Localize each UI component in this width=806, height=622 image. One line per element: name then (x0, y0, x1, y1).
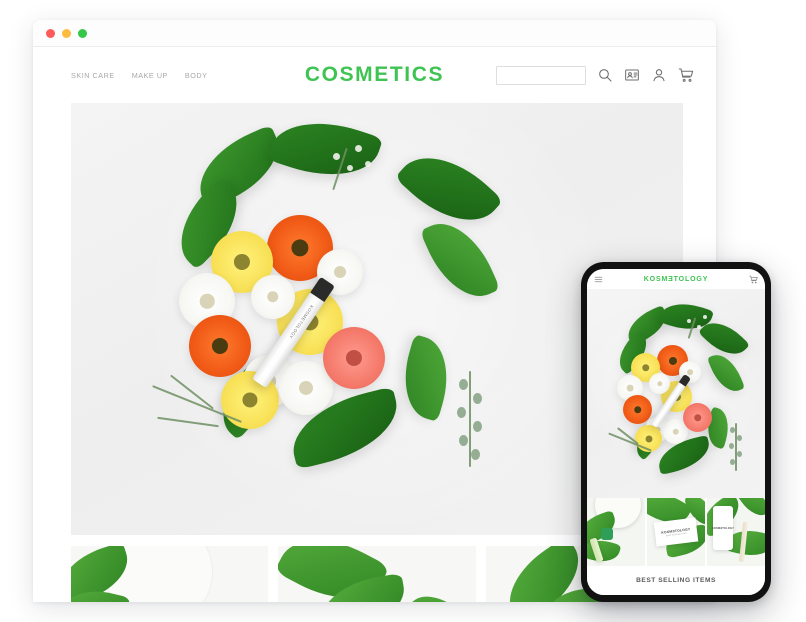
browser-titlebar (33, 20, 716, 47)
phone-header: KOSMƎTOLOGY (587, 269, 765, 289)
window-close-button[interactable] (46, 28, 55, 38)
search-icon[interactable] (597, 67, 613, 83)
shopping-cart-icon[interactable] (749, 275, 758, 284)
contact-card-icon[interactable] (624, 67, 640, 83)
nav-item-skin-care[interactable]: SKIN CARE (71, 71, 115, 80)
screenshot-canvas: SKIN CARE MAKE UP BODY COSMETICS KOSMETO… (0, 0, 806, 622)
nav-item-body[interactable]: BODY (185, 71, 208, 80)
header-tools (496, 65, 694, 85)
product-thumbnail[interactable] (278, 546, 476, 602)
window-maximize-button[interactable] (78, 28, 87, 38)
phone-brand-logo: KOSMƎTOLOGY (643, 275, 709, 283)
phone-mockup: KOSMƎTOLOGY KOSMƎTOLOGY scent and every … (581, 262, 771, 602)
nav-item-make-up[interactable]: MAKE UP (132, 71, 168, 80)
hamburger-menu-icon[interactable] (594, 275, 603, 284)
phone-hero-banner[interactable] (587, 289, 765, 498)
phone-footer: BEST SELLING ITEMS (587, 566, 765, 595)
site-header: SKIN CARE MAKE UP BODY COSMETICS (33, 47, 716, 103)
phone-footer-label: BEST SELLING ITEMS (636, 577, 716, 584)
phone-grid-card-title: KOSMƎTOLOGY (711, 526, 735, 530)
phone-grid-item[interactable]: KOSMƎTOLOGY scent and every crew (647, 498, 705, 566)
phone-screen: KOSMƎTOLOGY KOSMƎTOLOGY scent and every … (587, 269, 765, 595)
shopping-cart-icon[interactable] (678, 67, 694, 83)
phone-grid-item[interactable]: KOSMƎTOLOGY (707, 498, 765, 566)
window-minimize-button[interactable] (62, 28, 71, 38)
phone-grid-item[interactable] (587, 498, 645, 566)
search-input[interactable] (496, 65, 586, 85)
product-thumbnail[interactable] (71, 546, 269, 602)
phone-grid-card: KOSMƎTOLOGY (711, 506, 735, 550)
user-account-icon[interactable] (651, 67, 667, 83)
main-navigation: SKIN CARE MAKE UP BODY (71, 71, 207, 80)
phone-grid-card: KOSMƎTOLOGY scent and every crew (653, 517, 699, 547)
phone-product-grid: KOSMƎTOLOGY scent and every crew KOSMƎTO… (587, 498, 765, 566)
